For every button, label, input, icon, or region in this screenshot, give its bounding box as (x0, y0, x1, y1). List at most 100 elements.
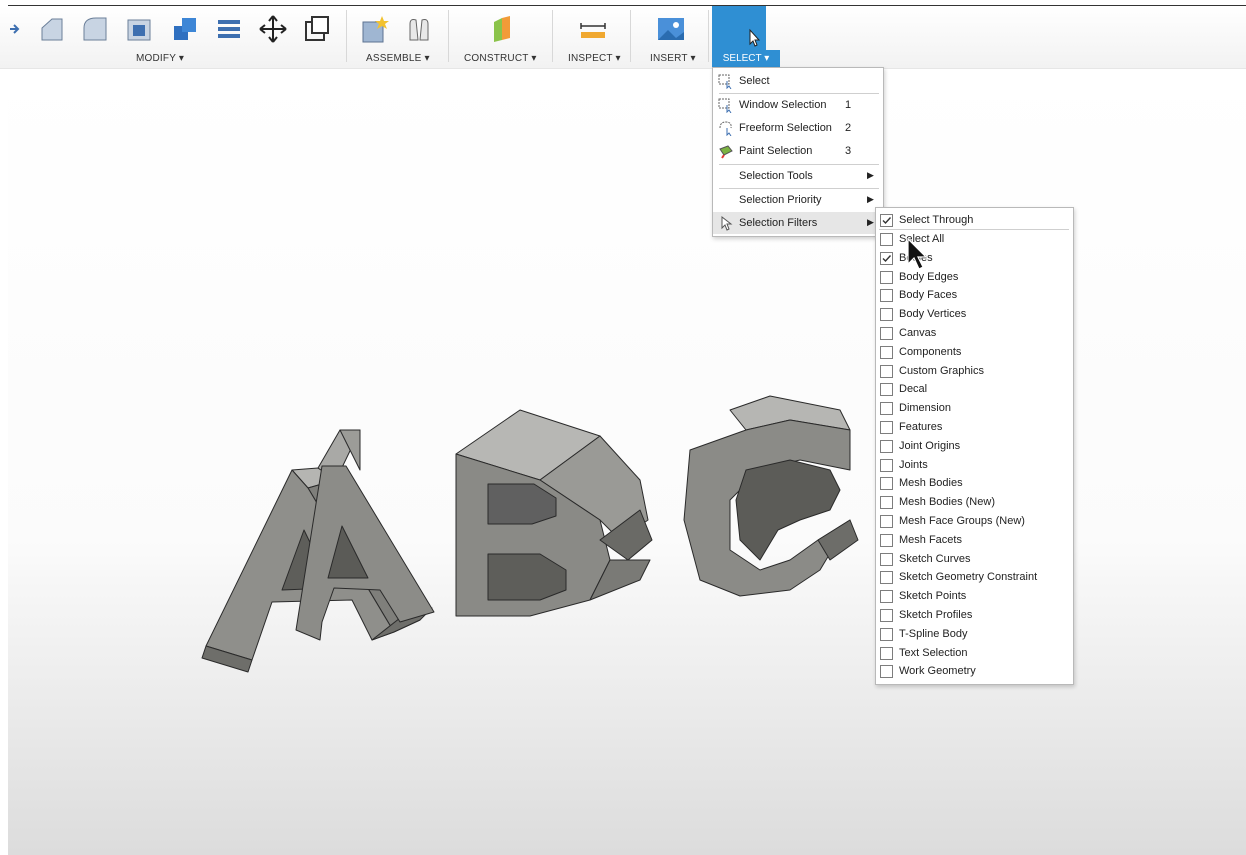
menu-item-freeform-selection[interactable]: Freeform Selection 2 (713, 117, 883, 139)
select-menu-button[interactable]: SELECT ▾ (712, 50, 780, 67)
filter-item[interactable]: Custom Graphics (876, 362, 1073, 381)
toolbar-separator (448, 10, 449, 62)
filter-item[interactable]: Mesh Bodies (New) (876, 493, 1073, 512)
filter-item[interactable]: Dimension (876, 399, 1073, 418)
checkbox[interactable] (880, 552, 893, 566)
checkbox[interactable] (880, 609, 893, 622)
checkbox[interactable] (880, 327, 893, 340)
filter-item[interactable]: Text Selection (876, 644, 1073, 663)
checkbox[interactable] (880, 533, 893, 547)
freeform-selection-icon (719, 121, 732, 136)
filter-item[interactable]: Body Vertices (876, 305, 1073, 324)
measure-icon[interactable] (578, 14, 608, 44)
checkbox[interactable] (880, 477, 893, 491)
checkbox[interactable] (880, 289, 893, 303)
joint-icon[interactable] (404, 14, 434, 44)
filter-item[interactable]: Sketch Geometry Constraint (876, 568, 1073, 587)
filter-item-label: Components (899, 345, 962, 358)
menu-item-label: Selection Tools (739, 170, 813, 182)
modify-menu[interactable]: MODIFY ▾ (136, 53, 184, 64)
filter-item[interactable]: Body Faces (876, 286, 1073, 305)
filter-item[interactable]: Components (876, 343, 1073, 362)
filter-item[interactable]: Mesh Facets (876, 531, 1073, 550)
checkbox[interactable] (880, 458, 893, 472)
move-arrow-icon[interactable] (8, 14, 38, 44)
filter-item[interactable]: Work Geometry (876, 662, 1073, 681)
filter-item[interactable]: T-Spline Body (876, 625, 1073, 644)
chamfer-icon[interactable] (36, 14, 66, 44)
menu-item-select[interactable]: Select (713, 70, 883, 92)
checkbox[interactable] (880, 627, 893, 641)
filter-item[interactable]: Sketch Profiles (876, 606, 1073, 625)
move-copy-icon[interactable] (258, 14, 288, 44)
filter-item[interactable]: Decal (876, 380, 1073, 399)
menu-item-selection-priority[interactable]: Selection Priority ▶ (713, 189, 883, 211)
filter-item-label: Body Faces (899, 289, 958, 302)
filter-item[interactable]: Joint Origins (876, 437, 1073, 456)
shortcut-key: 2 (845, 122, 852, 134)
filter-item-label: Mesh Bodies (New) (899, 496, 995, 509)
checkbox[interactable] (880, 270, 893, 284)
menu-item-paint-selection[interactable]: Paint Selection 3 (713, 140, 883, 162)
scale-icon[interactable] (302, 14, 332, 44)
filter-item[interactable]: Canvas (876, 324, 1073, 343)
filter-item[interactable]: Mesh Face Groups (New) (876, 512, 1073, 531)
filter-item[interactable]: Select Through (876, 211, 1073, 230)
fillet-icon[interactable] (80, 14, 110, 44)
menu-item-label: Window Selection (739, 99, 827, 111)
assemble-menu[interactable]: ASSEMBLE ▾ (366, 53, 430, 64)
filter-item[interactable]: Sketch Points (876, 587, 1073, 606)
filter-item-label: Text Selection (899, 646, 968, 659)
new-component-icon[interactable] (360, 14, 390, 44)
filter-item[interactable]: Features (876, 418, 1073, 437)
checkbox[interactable] (880, 496, 893, 510)
submenu-arrow-icon: ▶ (867, 170, 874, 180)
filter-item[interactable]: Sketch Curves (876, 550, 1073, 569)
checkbox[interactable] (880, 571, 893, 585)
checkbox[interactable] (880, 364, 893, 378)
filter-item-label: Work Geometry (899, 665, 976, 678)
shell-icon[interactable] (124, 14, 154, 44)
filter-item[interactable]: Mesh Bodies (876, 474, 1073, 493)
combine-icon[interactable] (170, 14, 200, 44)
toolbar-separator (552, 10, 553, 62)
checkbox[interactable] (880, 402, 893, 416)
checkbox[interactable] (880, 251, 893, 265)
checkbox[interactable] (880, 233, 893, 246)
checkmark-icon (882, 254, 892, 262)
checkbox[interactable] (880, 646, 893, 660)
checkbox[interactable] (880, 439, 893, 453)
filter-item-label: Sketch Geometry Constraint (899, 571, 1038, 584)
insert-image-icon[interactable] (656, 14, 686, 44)
inspect-menu[interactable]: INSPECT ▾ (568, 53, 621, 64)
checkmark-icon (882, 217, 892, 225)
checkbox[interactable] (880, 345, 893, 359)
filter-item[interactable]: Joints (876, 456, 1073, 475)
checkbox[interactable] (880, 383, 893, 397)
filter-pointer-icon (721, 215, 733, 231)
select-tool-button[interactable] (712, 6, 766, 50)
checkbox[interactable] (880, 214, 893, 227)
checkbox[interactable] (880, 421, 893, 434)
checkbox[interactable] (880, 308, 893, 322)
checkbox[interactable] (880, 515, 893, 528)
filter-item-label: Mesh Facets (899, 533, 962, 546)
paint-selection-icon (719, 145, 733, 159)
mouse-cursor-icon (907, 238, 928, 270)
filter-item-label: Body Vertices (899, 308, 967, 321)
filter-item-label: Decal (899, 383, 928, 396)
menu-item-label: Selection Priority (739, 194, 822, 206)
menu-item-selection-tools[interactable]: Selection Tools ▶ (713, 165, 883, 187)
filter-item-label: Sketch Profiles (899, 609, 973, 621)
checkbox[interactable] (880, 665, 893, 679)
plane-icon[interactable] (488, 14, 518, 44)
filter-item-label: Sketch Points (899, 590, 967, 603)
construct-menu[interactable]: CONSTRUCT ▾ (464, 53, 537, 64)
menu-item-selection-filters[interactable]: Selection Filters ▶ (713, 212, 883, 234)
insert-menu[interactable]: INSERT ▾ (650, 53, 696, 64)
menu-item-window-selection[interactable]: Window Selection 1 (713, 94, 883, 116)
checkbox[interactable] (880, 590, 893, 604)
offset-face-icon[interactable] (214, 14, 244, 44)
filter-item-label: Sketch Curves (899, 552, 971, 565)
filter-item-label: Canvas (899, 327, 937, 339)
